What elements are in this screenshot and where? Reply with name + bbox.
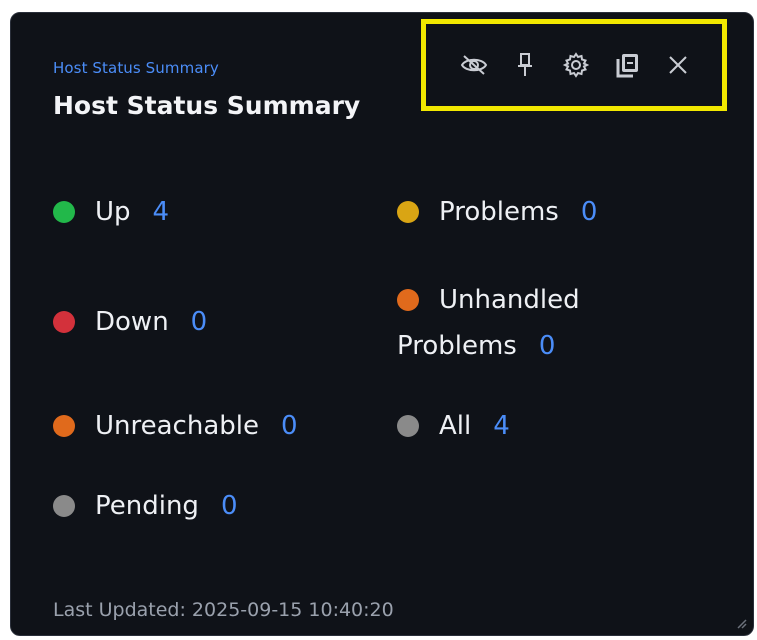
stat-pending[interactable]: Pending 0 — [53, 491, 237, 521]
copy-icon — [616, 54, 639, 78]
stat-unreachable-label: Unreachable — [95, 411, 259, 441]
stat-problems-count[interactable]: 0 — [581, 197, 598, 227]
stat-pending-label: Pending — [95, 491, 199, 521]
stat-problems[interactable]: Problems 0 — [397, 197, 597, 227]
stat-up[interactable]: Up 4 — [53, 197, 169, 227]
settings-button[interactable] — [559, 48, 593, 82]
status-dot-pending — [53, 495, 75, 517]
stat-down[interactable]: Down 0 — [53, 307, 207, 337]
eye-off-icon — [460, 55, 487, 75]
last-updated: Last Updated: 2025-09-15 10:40:20 — [53, 599, 394, 621]
status-dot-problems — [397, 201, 419, 223]
stat-up-count[interactable]: 4 — [153, 197, 170, 227]
stat-unreachable[interactable]: Unreachable 0 — [53, 411, 298, 441]
widget-subtitle: Host Status Summary — [53, 59, 219, 77]
resize-handle-icon[interactable] — [735, 617, 747, 629]
stat-problems-label: Problems — [439, 197, 559, 227]
widget-title: Host Status Summary — [53, 91, 361, 120]
host-status-widget: Host Status Summary Host Status Summary — [10, 12, 754, 636]
pin-button[interactable] — [508, 48, 542, 82]
pin-icon — [517, 53, 532, 76]
status-dot-unhandled — [397, 289, 419, 311]
close-button[interactable] — [661, 48, 695, 82]
stat-unhandled-problems[interactable]: Unhandled Problems 0 — [397, 277, 580, 369]
gear-icon — [562, 52, 590, 78]
close-icon — [669, 56, 688, 74]
hide-button[interactable] — [457, 48, 491, 82]
stat-up-label: Up — [95, 197, 131, 227]
stat-all-label: All — [439, 411, 472, 441]
stat-unhandled-label-line2: Problems — [397, 331, 517, 361]
status-dot-up — [53, 201, 75, 223]
status-dot-all — [397, 415, 419, 437]
stat-unhandled-label-line1: Unhandled — [439, 285, 580, 315]
stat-all[interactable]: All 4 — [397, 411, 510, 441]
duplicate-button[interactable] — [610, 48, 644, 82]
stat-unreachable-count[interactable]: 0 — [281, 411, 298, 441]
stat-unhandled-count[interactable]: 0 — [539, 323, 556, 369]
stat-pending-count[interactable]: 0 — [221, 491, 238, 521]
stat-down-label: Down — [95, 307, 169, 337]
status-dot-down — [53, 311, 75, 333]
stat-down-count[interactable]: 0 — [191, 307, 208, 337]
status-dot-unreachable — [53, 415, 75, 437]
widget-toolbar — [421, 19, 727, 111]
stat-all-count[interactable]: 4 — [493, 411, 510, 441]
